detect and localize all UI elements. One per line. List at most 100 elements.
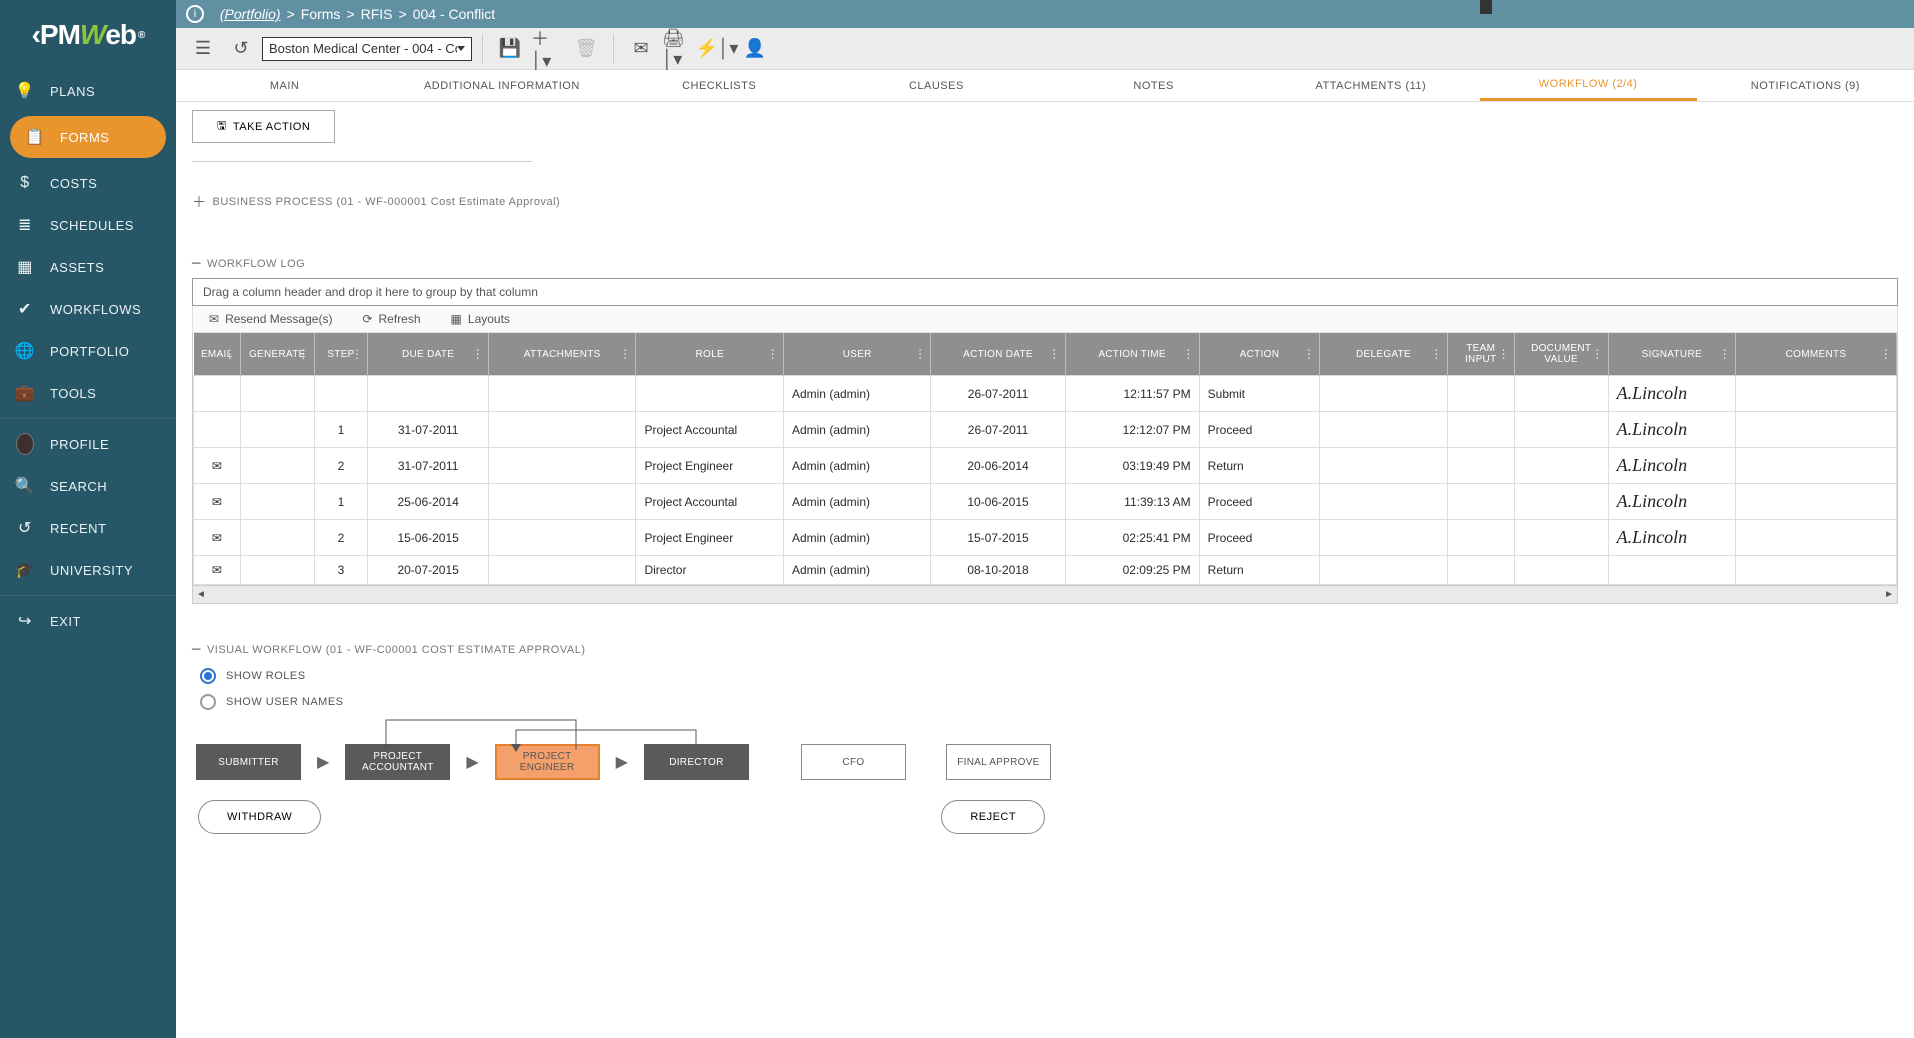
toolbar: ☰ ↺ Boston Medical Center - 004 - Confl … xyxy=(176,28,1914,70)
col-due-date[interactable]: DUE DATE⋮ xyxy=(368,333,489,376)
table-row[interactable]: ✉320-07-2015DirectorAdmin (admin)08-10-2… xyxy=(194,556,1897,585)
show-users-radio[interactable]: SHOW USER NAMES xyxy=(200,694,1906,710)
tab-main[interactable]: MAIN xyxy=(176,72,393,100)
collapse-icon: ─ xyxy=(192,642,201,658)
sidebar-item-schedules[interactable]: ≣SCHEDULES xyxy=(0,204,176,246)
tab-checklists[interactable]: CHECKLISTS xyxy=(611,72,828,100)
table-row[interactable]: ✉231-07-2011Project EngineerAdmin (admin… xyxy=(194,448,1897,484)
comments-cell xyxy=(1735,376,1896,412)
print-icon[interactable]: 🖨│▾ xyxy=(662,32,696,66)
sidebar-item-label: ASSETS xyxy=(50,260,104,275)
col-role[interactable]: ROLE⋮ xyxy=(636,333,784,376)
horizontal-scrollbar[interactable]: ◄► xyxy=(193,585,1897,603)
take-action-button[interactable]: 🖫 TAKE ACTION xyxy=(192,110,335,143)
sidebar-item-plans[interactable]: 💡PLANS xyxy=(0,70,176,112)
email-cell: ✉ xyxy=(194,556,241,585)
add-icon[interactable]: ＋│▾ xyxy=(531,32,565,66)
col-generate[interactable]: GENERATE⋮ xyxy=(240,333,314,376)
bc-forms[interactable]: Forms xyxy=(301,6,341,22)
delegate-cell xyxy=(1320,412,1447,448)
reject-button[interactable]: REJECT xyxy=(941,800,1045,834)
grid-icon: ▦ xyxy=(451,312,462,326)
sidebar-item-exit[interactable]: ↪EXIT xyxy=(0,600,176,642)
comments-cell xyxy=(1735,556,1896,585)
tab-attachments-11-[interactable]: ATTACHMENTS (11) xyxy=(1262,72,1479,100)
email-icon[interactable]: ✉ xyxy=(624,32,658,66)
col-signature[interactable]: SIGNATURE⋮ xyxy=(1608,333,1735,376)
col-action-date[interactable]: ACTION DATE⋮ xyxy=(931,333,1065,376)
refresh-button[interactable]: ⟳Refresh xyxy=(362,312,420,326)
tools-icon: 💼 xyxy=(16,384,34,402)
step-cell: 2 xyxy=(314,448,368,484)
bolt-icon[interactable]: ⚡│▾ xyxy=(700,32,734,66)
docval-cell xyxy=(1514,484,1608,520)
sidebar-item-workflows[interactable]: ✔WORKFLOWS xyxy=(0,288,176,330)
bc-portfolio[interactable]: (Portfolio) xyxy=(220,6,281,22)
business-process-header[interactable]: ＋ BUSINESS PROCESS (01 - WF-000001 Cost … xyxy=(192,192,1906,212)
col-delegate[interactable]: DELEGATE⋮ xyxy=(1320,333,1447,376)
atime-cell: 11:39:13 AM xyxy=(1065,484,1199,520)
tab-workflow-2-4-[interactable]: WORKFLOW (2/4) xyxy=(1480,70,1697,101)
due-cell: 31-07-2011 xyxy=(368,412,489,448)
col-action-time[interactable]: ACTION TIME⋮ xyxy=(1065,333,1199,376)
gen-cell xyxy=(240,412,314,448)
col-attachments[interactable]: ATTACHMENTS⋮ xyxy=(488,333,636,376)
tab-clauses[interactable]: CLAUSES xyxy=(828,72,1045,100)
resend-button[interactable]: ✉Resend Message(s) xyxy=(209,312,332,326)
plans-icon: 💡 xyxy=(16,82,34,100)
visual-workflow-header[interactable]: ─ VISUAL WORKFLOW (01 - WF-C00001 COST E… xyxy=(192,642,1906,658)
step-cell: 2 xyxy=(314,520,368,556)
tab-additional-information[interactable]: ADDITIONAL INFORMATION xyxy=(393,72,610,100)
email-cell: ✉ xyxy=(194,520,241,556)
table-row[interactable]: ✉125-06-2014Project AccountalAdmin (admi… xyxy=(194,484,1897,520)
action-cell: Proceed xyxy=(1199,484,1320,520)
sidebar-item-costs[interactable]: $COSTS xyxy=(0,162,176,204)
info-icon[interactable]: i xyxy=(186,5,204,23)
history-icon[interactable]: ↺ xyxy=(224,32,258,66)
sidebar-item-tools[interactable]: 💼TOOLS xyxy=(0,372,176,414)
table-row[interactable]: ✉215-06-2015Project EngineerAdmin (admin… xyxy=(194,520,1897,556)
sidebar-item-portfolio[interactable]: 🌐PORTFOLIO xyxy=(0,330,176,372)
tab-notifications-9-[interactable]: NOTIFICATIONS (9) xyxy=(1697,72,1914,100)
group-drop-zone[interactable]: Drag a column header and drop it here to… xyxy=(192,278,1898,306)
col-document-value[interactable]: DOCUMENT VALUE⋮ xyxy=(1514,333,1608,376)
sidebar: ‹PMWeb® 💡PLANS📋FORMS$COSTS≣SCHEDULES▦ASS… xyxy=(0,0,176,1038)
withdraw-button[interactable]: WITHDRAW xyxy=(198,800,321,834)
gen-cell xyxy=(240,376,314,412)
step-cell: 1 xyxy=(314,484,368,520)
atime-cell: 12:11:57 PM xyxy=(1065,376,1199,412)
col-email[interactable]: EMAIL⋮ xyxy=(194,333,241,376)
sidebar-item-search[interactable]: 🔍SEARCH xyxy=(0,465,176,507)
bc-rfis[interactable]: RFIS xyxy=(361,6,393,22)
table-row[interactable]: Admin (admin)26-07-201112:11:57 PMSubmit… xyxy=(194,376,1897,412)
table-row[interactable]: 131-07-2011Project AccountalAdmin (admin… xyxy=(194,412,1897,448)
sidebar-item-label: PORTFOLIO xyxy=(50,344,129,359)
sidebar-item-recent[interactable]: ↺RECENT xyxy=(0,507,176,549)
col-step[interactable]: STEP⋮ xyxy=(314,333,368,376)
project-select[interactable]: Boston Medical Center - 004 - Confl xyxy=(262,37,472,61)
person-icon[interactable]: 👤 xyxy=(738,32,772,66)
col-user[interactable]: USER⋮ xyxy=(783,333,931,376)
tab-notes[interactable]: NOTES xyxy=(1045,72,1262,100)
layouts-button[interactable]: ▦Layouts xyxy=(451,312,510,326)
sidebar-item-assets[interactable]: ▦ASSETS xyxy=(0,246,176,288)
sidebar-item-university[interactable]: 🎓UNIVERSITY xyxy=(0,549,176,591)
col-comments[interactable]: COMMENTS⋮ xyxy=(1735,333,1896,376)
sidebar-item-profile[interactable]: PROFILE xyxy=(0,423,176,465)
content: 🖫 TAKE ACTION ＋ BUSINESS PROCESS (01 - W… xyxy=(176,102,1914,1038)
tabs-row: MAINADDITIONAL INFORMATIONCHECKLISTSCLAU… xyxy=(176,70,1914,102)
action-cell: Submit xyxy=(1199,376,1320,412)
col-action[interactable]: ACTION⋮ xyxy=(1199,333,1320,376)
sidebar-item-forms[interactable]: 📋FORMS xyxy=(10,116,166,158)
costs-icon: $ xyxy=(16,174,34,192)
docval-cell xyxy=(1514,376,1608,412)
delete-icon[interactable]: 🗑 xyxy=(569,32,603,66)
due-cell xyxy=(368,376,489,412)
show-roles-radio[interactable]: SHOW ROLES xyxy=(200,668,1906,684)
email-cell xyxy=(194,412,241,448)
role-cell: Project Engineer xyxy=(636,520,784,556)
save-icon[interactable]: 💾 xyxy=(493,32,527,66)
col-team-input[interactable]: TEAM INPUT⋮ xyxy=(1447,333,1514,376)
list-icon[interactable]: ☰ xyxy=(186,32,220,66)
workflow-log-header[interactable]: ─ WORKFLOW LOG xyxy=(192,256,1906,272)
